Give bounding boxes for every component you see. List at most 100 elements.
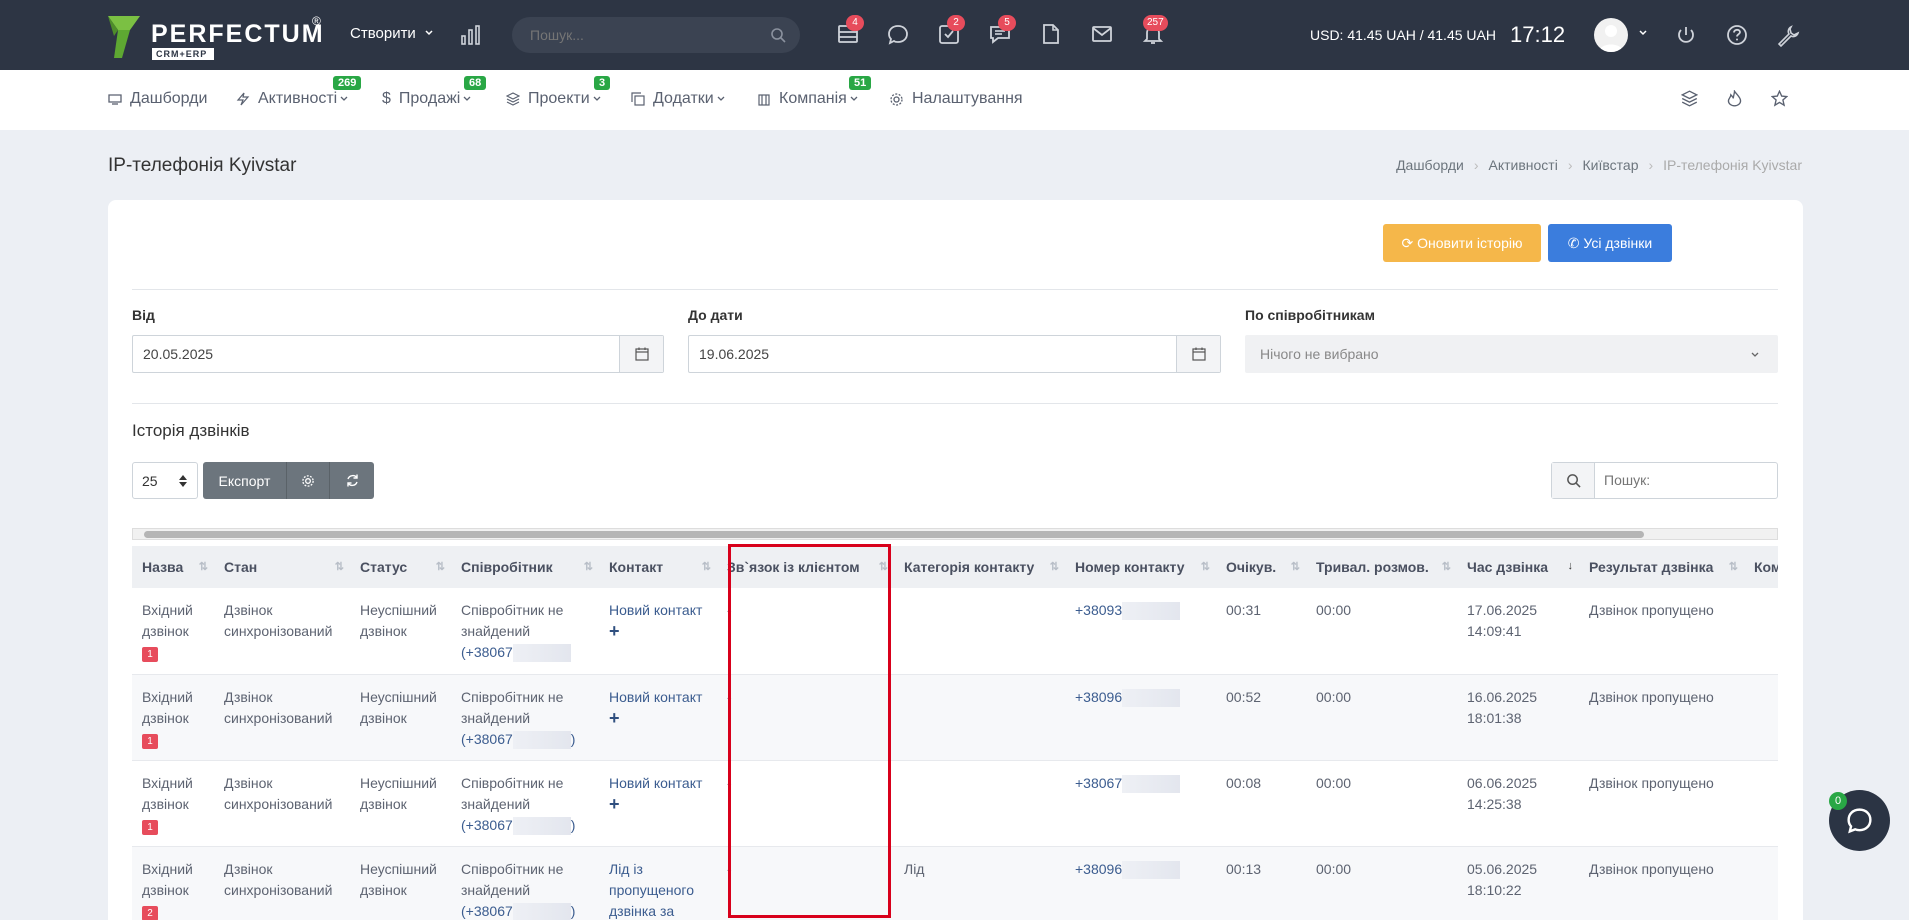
contact-number-link[interactable]: +38067 [1075,775,1122,791]
column-header-label: Час дзвінка [1467,559,1549,575]
wrench-icon[interactable] [1776,24,1800,48]
gear-icon [302,474,314,487]
global-search[interactable] [512,17,800,53]
logo[interactable]: PERFECTUM ® CRM+ERP [108,14,328,60]
table-reload-button[interactable] [330,462,374,499]
nav-activities[interactable]: Активності 269 [236,76,362,108]
column-header-name[interactable]: Назва ⇅ [132,546,214,588]
redacted-digits [512,816,571,835]
chevron-down-icon[interactable] [1638,28,1648,38]
column-header-contact[interactable]: Контакт ⇅ [599,546,717,588]
column-header-status[interactable]: Статус ⇅ [350,546,451,588]
employee-text: Співробітник не знайдений [461,602,564,639]
create-label: Створити [350,25,416,42]
nav-sales[interactable]: $ Продажі 68 [382,76,487,108]
contact-link[interactable]: Новий контакт [609,775,702,791]
call-type: Вхідний дзвінок [142,688,193,726]
power-icon[interactable] [1675,24,1697,46]
horizontal-scrollbar[interactable] [132,528,1778,540]
column-header-label: Очікув. [1226,559,1277,575]
fire-icon[interactable] [1726,90,1743,107]
mail-button[interactable] [1090,22,1116,48]
page-length-select[interactable]: 25 [132,462,198,499]
column-header-call-time[interactable]: Час дзвінка ↓ [1457,546,1579,588]
contact-number-link[interactable]: +38096 [1075,861,1122,877]
column-header-contact-number[interactable]: Номер контакту ⇅ [1065,546,1216,588]
column-header-label: Категорія контакту [904,559,1035,575]
nav-settings[interactable]: Налаштування [889,90,1023,108]
column-header-duration[interactable]: Тривал. розмов. ⇅ [1306,546,1457,588]
dollar-icon: $ [382,90,391,107]
star-icon[interactable] [1771,90,1788,107]
contact-link[interactable]: Новий контакт [609,689,702,705]
cell-call-time: 06.06.2025 14:25:38 [1457,760,1579,847]
employee-phone[interactable]: (+38067 [461,903,513,919]
column-header-wait[interactable]: Очікув. ⇅ [1216,546,1306,588]
contact-link[interactable]: Новий контакт [609,602,702,618]
help-icon[interactable] [1726,24,1748,46]
all-calls-button[interactable]: ✆ Усі дзвінки [1548,224,1672,262]
add-contact-icon[interactable]: + [609,794,620,814]
cell-duration: 00:00 [1306,674,1457,761]
column-header-client-relation[interactable]: Зв`язок із клієнтом ⇅ [717,546,894,588]
contact-number-link[interactable]: +38096 [1075,689,1122,705]
contact-link[interactable]: Лід із пропущеного дзвінка за [609,861,694,919]
employee-phone[interactable]: (+38067 [461,817,513,833]
sort-icon: ⇅ [198,561,208,573]
notifications-button[interactable]: 257 [1141,15,1168,48]
discussions-button[interactable]: 5 [988,15,1016,48]
column-header-employee[interactable]: Співробітник ⇅ [451,546,599,588]
nav-apps-label: Додатки [653,90,714,107]
add-contact-icon[interactable]: + [609,621,620,641]
cell-duration: 00:00 [1306,588,1457,675]
reports-chart-icon[interactable] [460,24,482,46]
cell-comment [1744,846,1778,920]
cell-wait: 00:31 [1216,588,1306,675]
column-header-comment[interactable]: Ком [1744,546,1778,588]
nav-projects[interactable]: Проекти 3 [506,76,611,108]
breadcrumb-kyivstar[interactable]: Київстар [1583,157,1639,173]
avatar[interactable] [1594,18,1628,52]
from-calendar-button[interactable] [619,336,663,372]
export-button[interactable]: Експорт [203,462,287,499]
documents-button[interactable] [1039,22,1065,48]
column-header-label: Зв`язок із клієнтом [727,559,860,575]
create-menu-button[interactable]: Створити [350,25,434,42]
refresh-history-button[interactable]: ⟳ Оновити історію [1383,224,1541,262]
messages-button[interactable] [886,22,912,48]
table-search-input[interactable] [1604,472,1764,488]
divider [132,289,1778,290]
to-date-input[interactable]: 19.06.2025 [688,335,1221,373]
table-search[interactable] [1551,462,1778,499]
table-settings-button[interactable] [287,462,330,499]
layers-icon [506,92,520,106]
from-date-input[interactable]: 20.05.2025 [132,335,664,373]
breadcrumb-activities[interactable]: Активності [1489,157,1558,173]
column-header-call-result[interactable]: Результат дзвінка ⇅ [1579,546,1744,588]
sort-icon: ⇅ [334,561,344,573]
breadcrumb-dashboards[interactable]: Дашборди [1396,157,1464,173]
redacted-digits [512,644,571,663]
cell-employee: Співробітник не знайдений (+38067) [451,674,599,761]
tasks-button[interactable]: 2 [937,15,965,48]
global-search-input[interactable] [530,25,750,45]
layers-icon[interactable] [1681,90,1698,107]
column-header-label: Результат дзвінка [1589,559,1714,575]
cabinet-button[interactable]: 4 [836,15,864,48]
employee-phone[interactable]: (+38067 [461,731,513,747]
to-calendar-button[interactable] [1176,336,1220,372]
scrollbar-thumb[interactable] [144,531,1644,538]
cell-state: Дзвінок синхронізований [214,674,350,761]
nav-dashboards[interactable]: Дашборди [108,90,207,108]
column-header-contact-category[interactable]: Категорія контакту ⇅ [894,546,1065,588]
nav-apps[interactable]: Додатки [631,90,734,108]
employees-select[interactable]: Нічого не вибрано [1245,335,1778,373]
column-header-label: Стан [224,559,258,575]
contact-number-link[interactable]: +38093 [1075,602,1122,618]
column-header-state[interactable]: Стан ⇅ [214,546,350,588]
nav-company[interactable]: Компанія 51 [757,76,872,108]
add-contact-icon[interactable]: + [609,708,620,728]
cell-call-time: 16.06.2025 18:01:38 [1457,674,1579,761]
employee-phone[interactable]: (+38067 [461,644,513,660]
cell-status: Неуспішний дзвінок [350,674,451,761]
